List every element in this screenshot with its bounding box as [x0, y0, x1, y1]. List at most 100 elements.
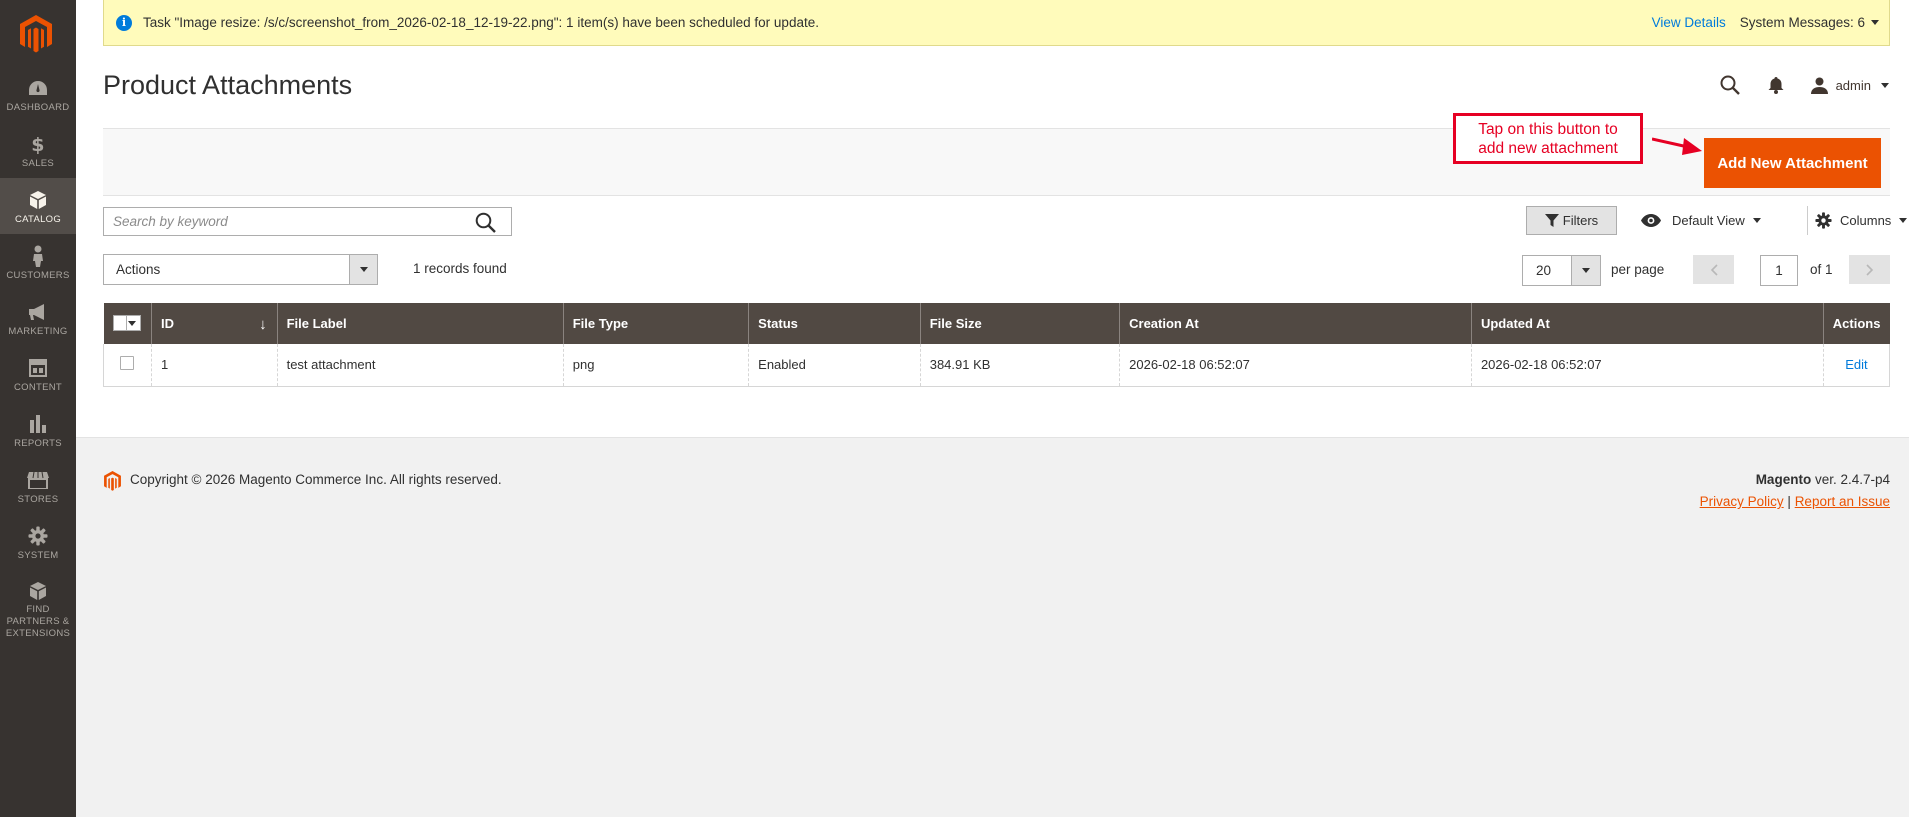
brand-name: Magento — [1755, 472, 1812, 487]
chevron-down-icon — [1881, 82, 1889, 88]
page-title: Product Attachments — [103, 70, 353, 100]
sort-arrow-icon: ↓ — [259, 316, 267, 333]
report-issue-link[interactable]: Report an Issue — [1795, 494, 1890, 509]
sidebar-item-sales[interactable]: $ SALES — [0, 122, 76, 178]
header-actions: admin — [1707, 70, 1889, 100]
chevron-down-icon — [1752, 218, 1761, 223]
chevron-down-icon — [1871, 20, 1879, 26]
annotation-line-2: add new attachment — [1478, 140, 1618, 157]
sidebar-item-find-partners[interactable]: FIND PARTNERS & EXTENSIONS — [0, 570, 76, 640]
user-icon — [1810, 77, 1828, 94]
chevron-down-icon — [125, 316, 138, 330]
system-messages-toggle[interactable]: System Messages: 6 — [1740, 15, 1879, 30]
view-details-link[interactable]: View Details — [1652, 15, 1726, 30]
column-header-file-label[interactable]: File Label — [276, 303, 564, 344]
search-icon[interactable] — [1707, 70, 1753, 100]
magento-logo[interactable] — [18, 14, 54, 54]
sidebar-item-catalog[interactable]: CATALOG — [0, 178, 76, 234]
notice-actions: View Details System Messages: 6 — [1652, 0, 1879, 44]
search-icon[interactable] — [475, 212, 496, 236]
per-page-value: 20 — [1536, 263, 1552, 278]
sidebar-item-dashboard[interactable]: DASHBOARD — [0, 66, 76, 122]
sidebar-item-label: STORES — [17, 494, 59, 505]
mass-actions-select[interactable]: Actions — [103, 254, 378, 285]
version-number: ver. 2.4.7-p4 — [1811, 472, 1890, 487]
sidebar-item-reports[interactable]: REPORTS — [0, 402, 76, 458]
column-header-creation-at[interactable]: Creation At — [1119, 303, 1472, 344]
filters-button[interactable]: Filters — [1526, 206, 1617, 235]
eye-icon — [1641, 214, 1661, 227]
dashboard-icon — [27, 77, 49, 99]
sidebar-item-label: MARKETING — [8, 326, 68, 337]
sidebar-item-marketing[interactable]: MARKETING — [0, 290, 76, 346]
info-icon: i — [116, 14, 132, 31]
columns-switcher[interactable]: Columns — [1787, 206, 1908, 235]
gear-icon — [1815, 212, 1832, 229]
per-page-select[interactable]: 20 — [1522, 255, 1601, 286]
privacy-policy-link[interactable]: Privacy Policy — [1700, 494, 1784, 509]
chevron-down-icon — [1571, 256, 1600, 285]
default-view-switcher[interactable]: Default View — [1641, 206, 1761, 235]
gear-icon — [27, 525, 49, 547]
chevron-down-icon — [349, 255, 377, 284]
mass-select-header — [103, 303, 152, 344]
column-header-file-type[interactable]: File Type — [562, 303, 749, 344]
filters-label: Filters — [1562, 213, 1599, 228]
row-select-cell — [103, 344, 152, 387]
column-header-id[interactable]: ID ↓ — [150, 303, 278, 344]
sidebar-item-customers[interactable]: CUSTOMERS — [0, 234, 76, 290]
grid-header-row: ID ↓ File Label File Type Status File Siz… — [103, 303, 1890, 344]
column-header-status[interactable]: Status — [748, 303, 921, 344]
sidebar-item-system[interactable]: SYSTEM — [0, 514, 76, 570]
link-separator: | — [1783, 494, 1795, 509]
cell-file-size: 384.91 KB — [919, 344, 1120, 387]
column-header-updated-at[interactable]: Updated At — [1470, 303, 1824, 344]
add-new-attachment-button[interactable]: Add New Attachment — [1704, 138, 1881, 188]
annotation-line-1: Tap on this button to — [1478, 121, 1618, 138]
cell-id: 1 — [150, 344, 278, 387]
sidebar-item-label: CUSTOMERS — [6, 270, 70, 281]
checkbox-icon — [114, 317, 126, 329]
table-row: 1 test attachment png Enabled 384.91 KB … — [103, 344, 1891, 387]
keyword-search — [103, 207, 512, 236]
actions-label: Actions — [116, 262, 161, 277]
sidebar-item-label: DASHBOARD — [6, 102, 70, 113]
chevron-right-icon — [1865, 263, 1873, 276]
sidebar-item-label: CONTENT — [13, 382, 62, 393]
cell-file-type: png — [562, 344, 749, 387]
bar-chart-icon — [27, 413, 49, 435]
admin-user-menu[interactable]: admin — [1799, 77, 1889, 94]
current-page-input[interactable]: 1 — [1760, 255, 1798, 286]
cubes-icon — [27, 581, 49, 601]
cell-actions: Edit — [1822, 344, 1891, 387]
cell-updated-at: 2026-02-18 06:52:07 — [1470, 344, 1824, 387]
sidebar-item-label: CATALOG — [14, 214, 62, 225]
columns-label: Columns — [1840, 213, 1892, 228]
system-notice-bar: i Task "Image resize: /s/c/screenshot_fr… — [103, 0, 1890, 46]
system-messages-label: System Messages: 6 — [1739, 14, 1865, 30]
previous-page-button[interactable] — [1693, 255, 1734, 284]
row-checkbox[interactable] — [120, 356, 135, 371]
mass-select-dropdown[interactable] — [112, 315, 141, 331]
notifications-bell-icon[interactable] — [1753, 70, 1799, 100]
store-icon — [27, 469, 49, 491]
column-header-file-size[interactable]: File Size — [919, 303, 1120, 344]
next-page-button[interactable] — [1849, 255, 1890, 284]
cell-status: Enabled — [748, 344, 921, 387]
column-header-actions: Actions — [1822, 303, 1890, 344]
edit-link[interactable]: Edit — [1845, 357, 1867, 372]
dollar-icon: $ — [27, 133, 49, 155]
sidebar-item-stores[interactable]: STORES — [0, 458, 76, 514]
person-icon — [27, 245, 49, 267]
tutorial-annotation: Tap on this button to add new attachment — [1453, 113, 1643, 164]
notice-message: Task "Image resize: /s/c/screenshot_from… — [143, 15, 819, 30]
sidebar-item-label: REPORTS — [14, 438, 62, 449]
records-found: 1 records found — [413, 261, 507, 276]
chevron-down-icon — [1899, 218, 1908, 223]
cell-created-at: 2026-02-18 06:52:07 — [1119, 344, 1472, 387]
layout-icon — [27, 357, 49, 379]
sidebar-item-content[interactable]: CONTENT — [0, 346, 76, 402]
attachments-grid: ID ↓ File Label File Type Status File Siz… — [103, 303, 1891, 387]
view-label: Default View — [1672, 213, 1745, 228]
search-input[interactable] — [104, 208, 464, 235]
